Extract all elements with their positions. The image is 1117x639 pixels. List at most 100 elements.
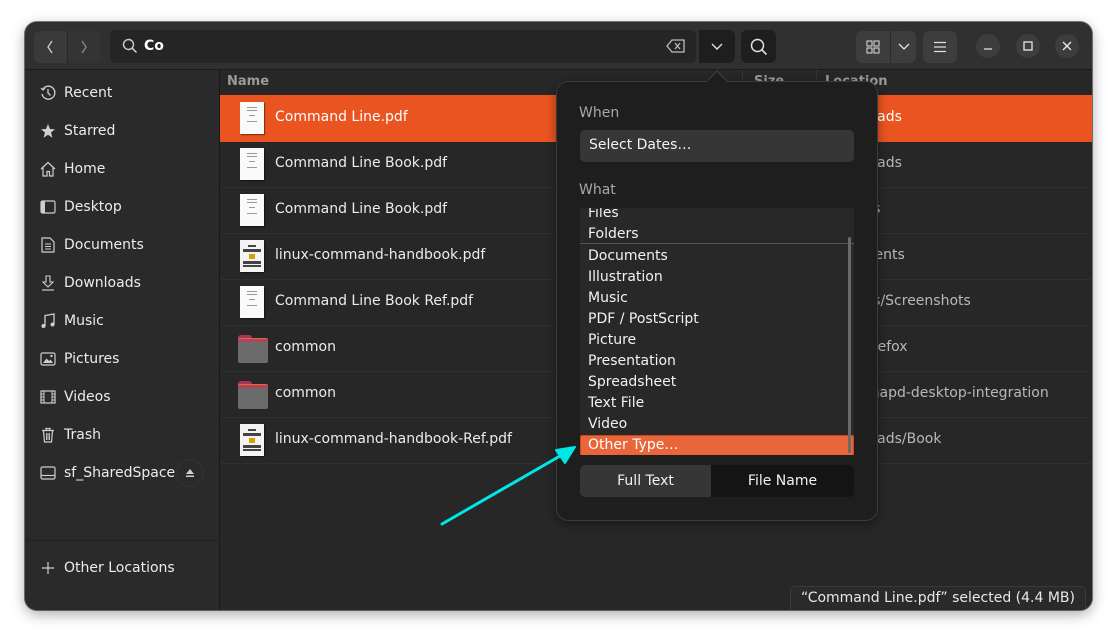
sidebar-item-home[interactable]: Home xyxy=(25,150,219,188)
sidebar-item-label: Starred xyxy=(64,123,116,139)
file-type-item[interactable]: Illustration xyxy=(588,269,663,285)
file-type-item[interactable]: Presentation xyxy=(588,353,676,369)
backspace-clear-icon[interactable] xyxy=(666,39,686,53)
file-type-other-label: Other Type… xyxy=(588,437,679,453)
file-name: linux-command-handbook-Ref.pdf xyxy=(275,431,512,447)
pdf-thumbnail-icon xyxy=(238,194,266,226)
plus-icon xyxy=(39,559,57,577)
close-button[interactable] xyxy=(1055,34,1079,58)
pdf-book-thumbnail-icon xyxy=(238,424,266,456)
hamburger-menu-icon xyxy=(934,41,946,53)
picture-icon xyxy=(39,350,57,368)
chevron-down-icon xyxy=(711,43,723,50)
file-type-item[interactable]: Text File xyxy=(588,395,644,411)
sidebar-item-label: Documents xyxy=(64,237,144,253)
music-note-icon xyxy=(39,312,57,330)
column-header-name[interactable]: Name xyxy=(227,74,269,89)
file-type-item[interactable]: Folders xyxy=(588,226,639,242)
grid-view-button[interactable] xyxy=(856,31,891,63)
sidebar-item-music[interactable]: Music xyxy=(25,302,219,340)
eject-button[interactable] xyxy=(176,459,204,487)
file-name: common xyxy=(275,339,336,355)
sidebar-item-sf-sharedspace[interactable]: sf_SharedSpace xyxy=(25,454,219,492)
minimize-button[interactable] xyxy=(976,34,1000,58)
chevron-down-icon xyxy=(898,43,909,50)
sidebar-item-label: Downloads xyxy=(64,275,141,291)
what-label: What xyxy=(579,182,616,198)
file-type-item[interactable]: Files xyxy=(588,208,619,221)
sidebar-item-trash[interactable]: Trash xyxy=(25,416,219,454)
sidebar: Recent Starred Home Desktop Documents Do… xyxy=(25,70,220,610)
file-name: common xyxy=(275,385,336,401)
search-icon xyxy=(122,38,138,54)
folder-icon xyxy=(238,332,268,364)
drive-icon xyxy=(39,464,57,482)
search-field[interactable]: Co xyxy=(110,30,696,63)
search-icon xyxy=(750,38,767,55)
pdf-book-thumbnail-icon xyxy=(238,240,266,272)
eject-icon xyxy=(186,469,194,477)
sidebar-item-starred[interactable]: Starred xyxy=(25,112,219,150)
sidebar-item-downloads[interactable]: Downloads xyxy=(25,264,219,302)
file-type-item[interactable]: Video xyxy=(588,416,627,432)
list-separator xyxy=(580,243,854,244)
maximize-button[interactable] xyxy=(1016,34,1040,58)
sidebar-item-label: Recent xyxy=(64,85,113,101)
search-mode-toggle: Full Text File Name xyxy=(580,465,854,497)
popover-arrow-fill xyxy=(706,72,728,83)
desktop-icon xyxy=(39,198,57,216)
sidebar-item-recent[interactable]: Recent xyxy=(25,74,219,112)
select-dates-button[interactable]: Select Dates… xyxy=(580,130,854,162)
search-input[interactable]: Co xyxy=(144,38,164,54)
grid-view-icon xyxy=(866,40,880,54)
clock-icon xyxy=(39,84,57,102)
file-type-item[interactable]: Spreadsheet xyxy=(588,374,676,390)
minimize-icon xyxy=(984,48,992,50)
view-buttons xyxy=(856,31,916,63)
pdf-thumbnail-icon xyxy=(238,286,266,318)
search-toggle-button[interactable] xyxy=(741,30,776,63)
when-label: When xyxy=(579,105,620,121)
sidebar-item-documents[interactable]: Documents xyxy=(25,226,219,264)
view-options-button[interactable] xyxy=(891,31,916,63)
star-icon xyxy=(39,122,57,140)
trash-icon xyxy=(39,426,57,444)
sidebar-item-label: sf_SharedSpace xyxy=(64,465,176,481)
main-menu-button[interactable] xyxy=(923,31,957,63)
sidebar-item-label: Pictures xyxy=(64,351,120,367)
sidebar-item-videos[interactable]: Videos xyxy=(25,378,219,416)
search-options-button[interactable] xyxy=(699,30,735,63)
file-type-item[interactable]: PDF / PostScript xyxy=(588,311,699,327)
sidebar-item-other-locations[interactable]: Other Locations xyxy=(25,549,219,587)
sidebar-separator xyxy=(25,540,219,541)
close-icon xyxy=(1062,41,1072,51)
file-type-item[interactable]: Picture xyxy=(588,332,636,348)
file-type-item[interactable]: Music xyxy=(588,290,628,306)
sidebar-item-label: Music xyxy=(64,313,104,329)
scrollbar[interactable] xyxy=(848,237,851,453)
forward-button[interactable] xyxy=(67,31,100,63)
maximize-icon xyxy=(1023,41,1033,51)
pdf-thumbnail-icon xyxy=(238,148,266,180)
full-text-button[interactable]: Full Text xyxy=(580,465,711,497)
sidebar-item-pictures[interactable]: Pictures xyxy=(25,340,219,378)
pdf-thumbnail-icon xyxy=(238,102,266,134)
file-name: Command Line Book Ref.pdf xyxy=(275,293,474,309)
file-name-button[interactable]: File Name xyxy=(711,465,854,497)
folder-icon xyxy=(238,378,268,410)
file-name: Command Line.pdf xyxy=(275,109,408,125)
film-icon xyxy=(39,388,57,406)
file-type-list: Files Folders Documents Illustration Music PD… xyxy=(580,208,854,455)
file-name: Command Line Book.pdf xyxy=(275,155,448,171)
home-icon xyxy=(39,160,57,178)
chevron-left-icon xyxy=(47,40,53,54)
status-bar: “Command Line.pdf” selected (4.4 MB) xyxy=(789,586,1086,610)
navigation-buttons xyxy=(34,31,100,63)
sidebar-item-label: Desktop xyxy=(64,199,122,215)
file-type-item[interactable]: Documents xyxy=(588,248,668,264)
file-type-other[interactable]: Other Type… xyxy=(580,435,854,455)
select-dates-label: Select Dates… xyxy=(589,137,692,153)
sidebar-item-label: Home xyxy=(64,161,106,177)
sidebar-item-desktop[interactable]: Desktop xyxy=(25,188,219,226)
back-button[interactable] xyxy=(34,31,68,63)
